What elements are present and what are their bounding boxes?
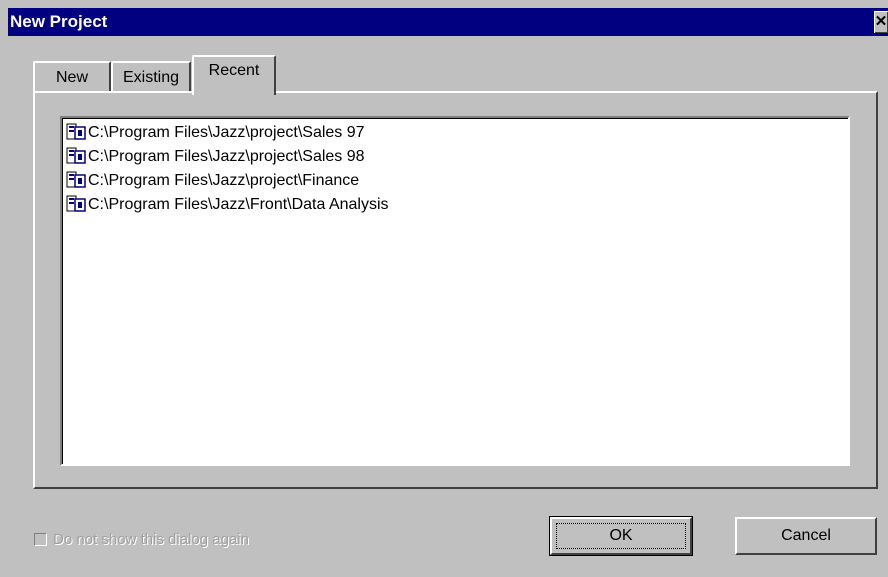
list-item[interactable]: C:\Program Files\Jazz\Front\Data Analysi… [62, 193, 848, 217]
window-title: New Project [10, 12, 108, 31]
project-file-icon [66, 147, 86, 164]
tab-existing[interactable]: Existing [111, 61, 191, 91]
close-icon: ✕ [874, 13, 888, 30]
close-button[interactable]: ✕ [874, 11, 888, 33]
title-bar: New Project ✕ [8, 8, 888, 36]
tab-recent-label: Recent [208, 62, 260, 79]
project-file-icon [66, 171, 86, 188]
new-project-dialog: New Project ✕ New Existing Recent C:\Pro… [0, 0, 888, 577]
dont-show-again-checkbox [34, 532, 47, 546]
tab-new-label: New [55, 69, 88, 86]
project-file-icon [66, 195, 86, 212]
cancel-button[interactable]: Cancel [735, 517, 877, 555]
ok-button[interactable]: OK [549, 516, 693, 556]
list-item-path: C:\Program Files\Jazz\Front\Data Analysi… [88, 196, 389, 213]
list-item[interactable]: C:\Program Files\Jazz\project\Finance [62, 169, 848, 193]
list-item-path: C:\Program Files\Jazz\project\Sales 97 [88, 124, 365, 141]
list-item[interactable]: C:\Program Files\Jazz\project\Sales 98 [62, 145, 848, 169]
recent-projects-list[interactable]: C:\Program Files\Jazz\project\Sales 97 C… [60, 116, 850, 466]
tab-recent[interactable]: Recent [192, 55, 276, 95]
dont-show-again-label: Do not show this dialog again [53, 530, 249, 548]
list-item-path: C:\Program Files\Jazz\project\Sales 98 [88, 148, 365, 165]
project-file-icon [66, 123, 86, 140]
list-item-path: C:\Program Files\Jazz\project\Finance [88, 172, 360, 189]
focus-rectangle [556, 523, 686, 549]
tab-existing-label: Existing [122, 69, 180, 86]
list-item[interactable]: C:\Program Files\Jazz\project\Sales 97 [62, 121, 848, 145]
dont-show-again-option: Do not show this dialog again [34, 527, 249, 551]
cancel-button-label: Cancel [781, 527, 831, 544]
tab-new[interactable]: New [33, 61, 111, 91]
